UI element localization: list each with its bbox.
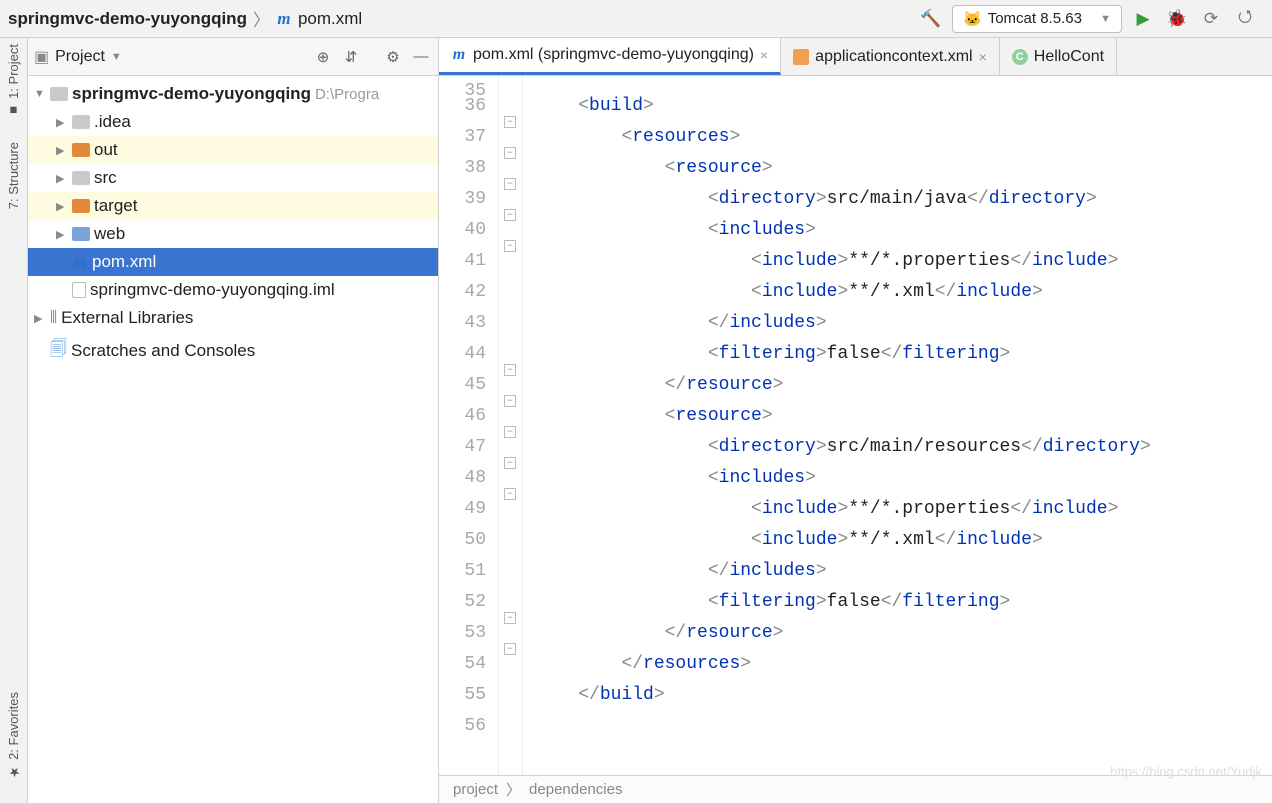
- tree-item[interactable]: springmvc-demo-yuyongqing.iml: [28, 276, 438, 304]
- arrow-right-icon[interactable]: [56, 228, 68, 241]
- tree-item-label: pom.xml: [92, 252, 156, 272]
- tree-item-label: out: [94, 140, 118, 160]
- breadcrumb-file[interactable]: pom.xml: [298, 9, 362, 29]
- tree-item[interactable]: target: [28, 192, 438, 220]
- tree-item[interactable]: mpom.xml: [28, 248, 438, 276]
- arrow-right-icon[interactable]: [34, 312, 46, 325]
- fold-toggle-icon[interactable]: −: [504, 457, 516, 469]
- hide-icon[interactable]: —: [410, 46, 432, 68]
- project-title[interactable]: Project: [55, 48, 105, 66]
- file-icon: [72, 282, 86, 298]
- breadcrumb-item[interactable]: project: [453, 781, 498, 798]
- tab-favorites[interactable]: ★2: Favorites: [6, 692, 21, 779]
- editor-tabs: mpom.xml (springmvc-demo-yuyongqing)×app…: [439, 38, 1272, 76]
- folder-icon: [72, 199, 90, 213]
- project-tree[interactable]: springmvc-demo-yuyongqing D:\Progra .ide…: [28, 76, 438, 373]
- arrow-right-icon[interactable]: [56, 172, 68, 185]
- folder-icon: [72, 143, 90, 157]
- editor-tab[interactable]: m pom.xml (springmvc-demo-yuyongqing) ×: [439, 38, 781, 75]
- debug-button[interactable]: 🐞: [1164, 6, 1190, 32]
- tree-item-label: src: [94, 168, 117, 188]
- arrow-right-icon[interactable]: [56, 116, 68, 129]
- maven-icon: m: [72, 252, 88, 272]
- fold-toggle-icon[interactable]: −: [504, 612, 516, 624]
- project-header: ▣ Project ▼ ⊕ ⇵ ⚙ —: [28, 38, 438, 76]
- project-panel: ▣ Project ▼ ⊕ ⇵ ⚙ — springmvc-demo-yuyon…: [28, 38, 439, 803]
- fold-toggle-icon[interactable]: −: [504, 116, 516, 128]
- tree-root[interactable]: springmvc-demo-yuyongqing D:\Progra: [28, 80, 438, 108]
- coverage-button[interactable]: ⟳: [1198, 6, 1224, 32]
- project-view-icon: ▣: [34, 47, 49, 67]
- run-config-label: Tomcat 8.5.63: [988, 10, 1082, 27]
- fold-gutter[interactable]: − − − − − − − − − − − −: [499, 76, 523, 775]
- tomcat-icon: 🐱: [963, 10, 982, 28]
- tab-label: HelloCont: [1034, 48, 1104, 66]
- arrow-right-icon[interactable]: [56, 200, 68, 213]
- code-area[interactable]: 3536373839404142434445464748495051525354…: [439, 76, 1272, 775]
- editor-tab[interactable]: C HelloCont: [1000, 38, 1117, 75]
- chevron-down-icon: ▼: [1100, 13, 1111, 25]
- gear-icon[interactable]: ⚙: [382, 46, 404, 68]
- fold-toggle-icon[interactable]: −: [504, 488, 516, 500]
- folder-icon: [72, 227, 90, 241]
- tree-root-name: springmvc-demo-yuyongqing: [72, 84, 311, 104]
- fold-toggle-icon[interactable]: −: [504, 395, 516, 407]
- tree-item-label: target: [94, 196, 137, 216]
- fold-toggle-icon[interactable]: −: [504, 240, 516, 252]
- chevron-right-icon: 〉: [253, 6, 270, 31]
- tree-item-label: .idea: [94, 112, 131, 132]
- line-gutter[interactable]: 3536373839404142434445464748495051525354…: [439, 76, 499, 775]
- tree-item[interactable]: web: [28, 220, 438, 248]
- libraries-icon: ⫴: [50, 308, 57, 328]
- arrow-right-icon[interactable]: [56, 144, 68, 157]
- build-icon[interactable]: 🔨: [918, 6, 944, 32]
- tab-label: applicationcontext.xml: [815, 48, 972, 66]
- folder-icon: [72, 115, 90, 129]
- folder-icon: [50, 87, 68, 101]
- folder-icon: [72, 171, 90, 185]
- fold-toggle-icon[interactable]: −: [504, 643, 516, 655]
- editor: mpom.xml (springmvc-demo-yuyongqing)×app…: [439, 38, 1272, 803]
- run-config-select[interactable]: 🐱 Tomcat 8.5.63 ▼: [952, 5, 1122, 33]
- left-tool-tabs: ■1: Project 7: Structure ★2: Favorites: [0, 38, 28, 803]
- tree-item-label: web: [94, 224, 125, 244]
- tab-label: pom.xml (springmvc-demo-yuyongqing): [473, 46, 754, 64]
- tree-root-path: D:\Progra: [315, 86, 379, 103]
- top-toolbar: springmvc-demo-yuyongqing 〉 m pom.xml 🔨 …: [0, 0, 1272, 38]
- stop-button[interactable]: ⭯: [1232, 6, 1258, 32]
- fold-toggle-icon[interactable]: −: [504, 147, 516, 159]
- tree-item-label: springmvc-demo-yuyongqing.iml: [90, 280, 335, 300]
- collapse-icon[interactable]: ⇵: [340, 46, 362, 68]
- tree-item[interactable]: src: [28, 164, 438, 192]
- class-icon: C: [1012, 49, 1028, 65]
- maven-icon: m: [451, 46, 467, 64]
- maven-icon: m: [276, 9, 292, 29]
- chevron-right-icon: 〉: [506, 779, 521, 800]
- tab-structure[interactable]: 7: Structure: [6, 142, 21, 209]
- fold-toggle-icon[interactable]: −: [504, 209, 516, 221]
- tree-item[interactable]: .idea: [28, 108, 438, 136]
- tab-project[interactable]: ■1: Project: [6, 44, 21, 118]
- run-button[interactable]: ▶: [1130, 6, 1156, 32]
- locate-icon[interactable]: ⊕: [312, 46, 334, 68]
- fold-toggle-icon[interactable]: −: [504, 178, 516, 190]
- toolbar-right: 🔨 🐱 Tomcat 8.5.63 ▼ ▶ 🐞 ⟳ ⭯: [918, 5, 1264, 33]
- code-content[interactable]: <build> <resources> <resource> <director…: [523, 76, 1272, 775]
- close-icon[interactable]: ×: [760, 47, 768, 63]
- editor-breadcrumb[interactable]: project 〉 dependencies: [439, 775, 1272, 803]
- chevron-down-icon[interactable]: ▼: [111, 51, 122, 63]
- tree-external-libraries[interactable]: ⫴ External Libraries: [28, 304, 438, 332]
- breadcrumb-item[interactable]: dependencies: [529, 781, 622, 798]
- xml-icon: [793, 49, 809, 65]
- breadcrumb: springmvc-demo-yuyongqing 〉 m pom.xml: [8, 6, 918, 31]
- arrow-down-icon[interactable]: [34, 88, 46, 100]
- tree-scratches[interactable]: 🗐 Scratches and Consoles: [28, 332, 438, 369]
- close-icon[interactable]: ×: [979, 49, 987, 65]
- fold-toggle-icon[interactable]: −: [504, 364, 516, 376]
- editor-tab[interactable]: applicationcontext.xml ×: [781, 38, 1000, 75]
- scratches-icon: 🗐: [50, 336, 67, 365]
- breadcrumb-root[interactable]: springmvc-demo-yuyongqing: [8, 9, 247, 29]
- tree-item[interactable]: out: [28, 136, 438, 164]
- fold-toggle-icon[interactable]: −: [504, 426, 516, 438]
